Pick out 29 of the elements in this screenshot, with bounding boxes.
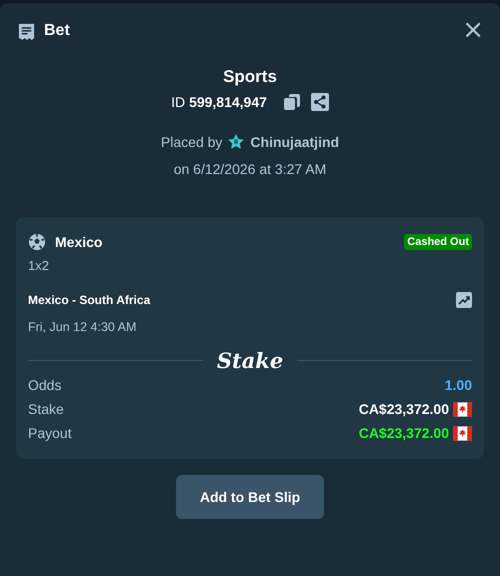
status-badge: Cashed Out	[404, 234, 472, 250]
row-label: Odds	[28, 377, 62, 393]
market-name: 1x2	[28, 258, 50, 273]
soccer-ball-icon	[28, 233, 46, 251]
row-label: Stake	[28, 401, 64, 417]
flag-icon	[453, 402, 472, 416]
event-name[interactable]: Mexico - South Africa	[28, 293, 150, 307]
team-name: Mexico	[55, 234, 102, 250]
row-value: 1.00	[444, 377, 472, 393]
bet-category: Sports	[223, 67, 277, 87]
row-value: CA$23,372.00	[358, 425, 449, 441]
close-button[interactable]: ×	[462, 17, 484, 45]
add-to-bet-slip-button[interactable]: Add to Bet Slip	[176, 475, 324, 519]
placed-date: on 6/12/2026 at 3:27 AM	[174, 161, 326, 177]
bet-id: 599,814,947	[189, 94, 267, 110]
receipt-icon	[17, 22, 36, 40]
dialog-title: Bet	[44, 22, 70, 40]
star-badge-icon	[227, 133, 246, 151]
id-label: ID	[171, 94, 186, 110]
flag-icon	[453, 426, 472, 440]
copy-icon[interactable]	[282, 93, 301, 111]
trend-chart-icon[interactable]	[456, 292, 472, 308]
row-label: Payout	[28, 425, 72, 441]
placed-by-label: Placed by	[160, 134, 222, 150]
event-start-time: Fri, Jun 12 4:30 AM	[28, 320, 138, 334]
brand-logo: Stake	[216, 348, 284, 373]
share-icon[interactable]	[310, 93, 329, 111]
username-link[interactable]: Chinujaatjind	[250, 134, 340, 150]
row-value: CA$23,372.00	[358, 401, 449, 417]
